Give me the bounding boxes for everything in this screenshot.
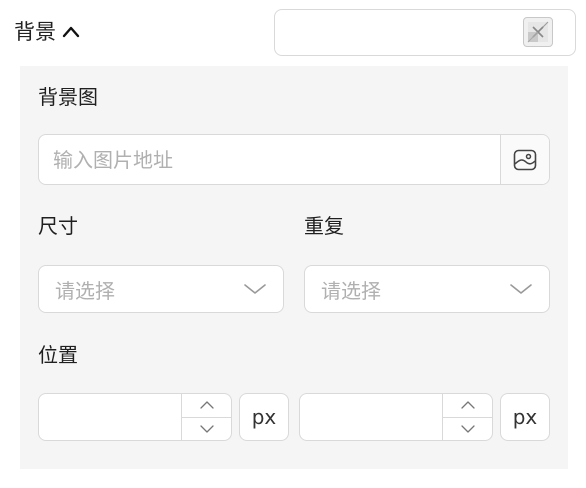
position-x-field xyxy=(38,393,232,441)
size-label: 尺寸 xyxy=(38,214,78,238)
background-section-toggle[interactable]: 背景 xyxy=(14,14,82,50)
position-y-stepper xyxy=(442,394,492,440)
repeat-label: 重复 xyxy=(304,214,344,238)
background-image-input-group xyxy=(38,134,550,185)
chevron-down-icon xyxy=(244,284,266,294)
background-image-label: 背景图 xyxy=(38,85,98,109)
section-title: 背景 xyxy=(14,20,56,44)
chevron-up-icon xyxy=(199,401,214,409)
position-y-unit[interactable]: px xyxy=(500,393,550,441)
chevron-down-icon xyxy=(510,284,532,294)
position-x-stepper xyxy=(181,394,231,440)
chevron-up-icon xyxy=(460,401,475,409)
position-x-decrement[interactable] xyxy=(182,416,231,441)
image-picker-button[interactable] xyxy=(500,135,549,184)
size-select-placeholder: 请选择 xyxy=(55,278,115,303)
chevron-down-icon xyxy=(460,425,475,433)
position-y-field xyxy=(299,393,493,441)
repeat-select[interactable]: 请选择 xyxy=(304,265,550,313)
position-y-input[interactable] xyxy=(300,394,442,440)
position-x-input[interactable] xyxy=(39,394,181,440)
position-y-decrement[interactable] xyxy=(443,416,492,441)
clear-color-icon xyxy=(527,21,549,43)
image-icon xyxy=(513,149,537,170)
position-label: 位置 xyxy=(38,343,78,367)
chevron-down-icon xyxy=(199,425,214,433)
chevron-up-icon xyxy=(62,26,80,38)
size-select[interactable]: 请选择 xyxy=(38,265,284,313)
repeat-select-placeholder: 请选择 xyxy=(321,278,381,303)
background-image-url-input[interactable] xyxy=(39,135,500,184)
position-y-increment[interactable] xyxy=(443,394,492,417)
position-x-unit[interactable]: px xyxy=(239,393,289,441)
position-x-increment[interactable] xyxy=(182,394,231,417)
clear-color-button[interactable] xyxy=(523,17,553,47)
